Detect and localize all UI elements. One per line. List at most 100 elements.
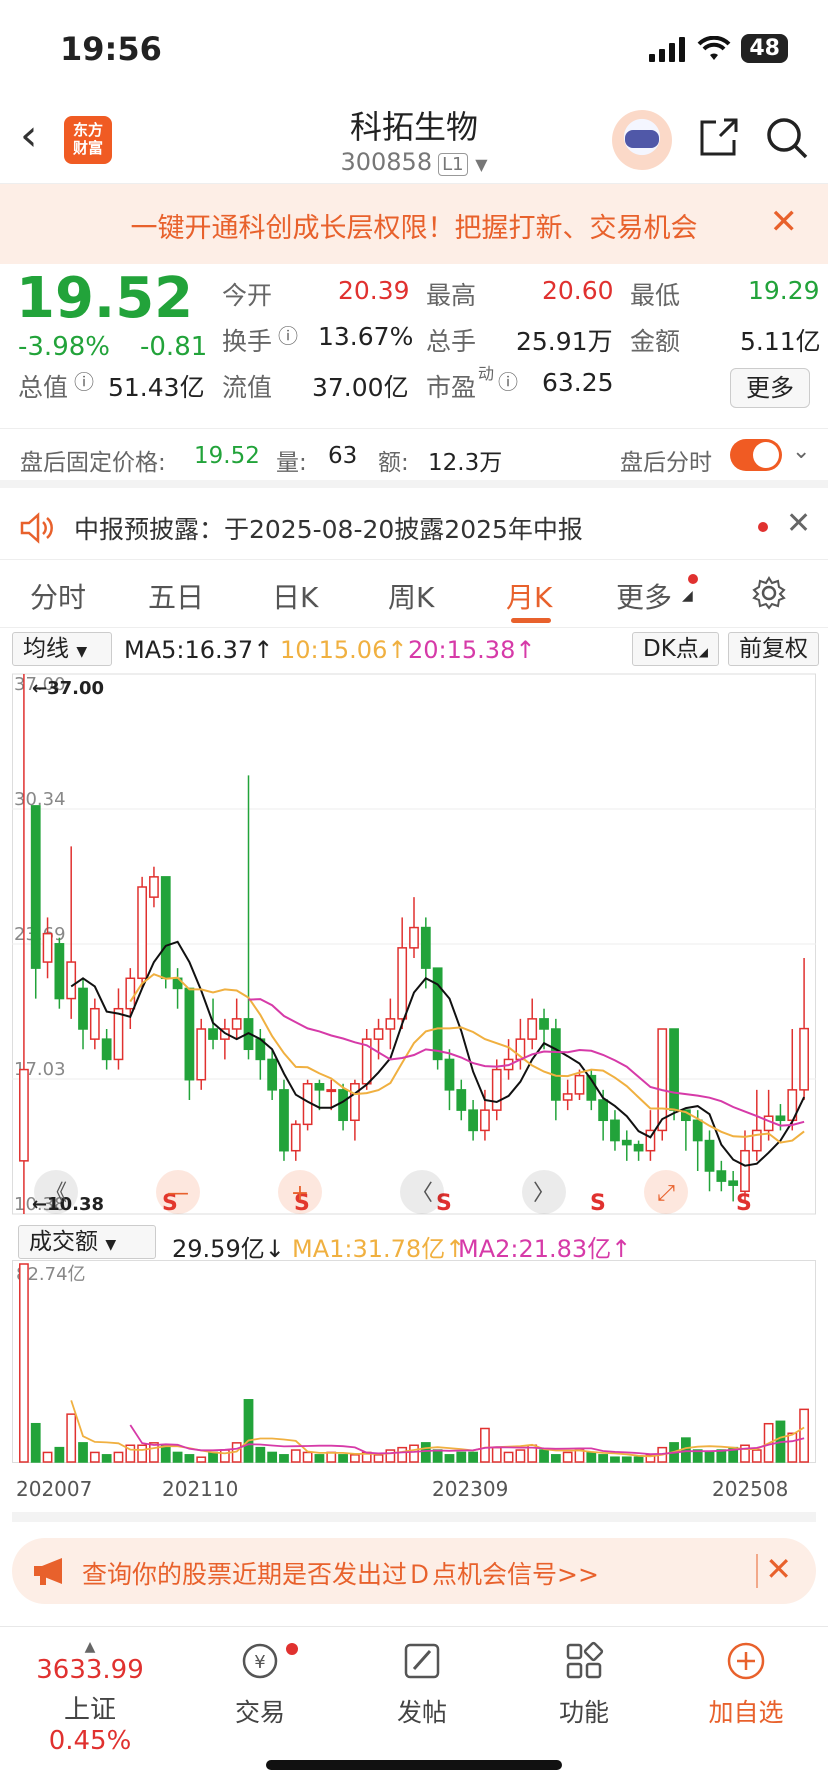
trade-icon: ¥ (242, 1643, 278, 1679)
info-icon[interactable]: ⓘ (74, 366, 94, 395)
candle-body (669, 1028, 679, 1111)
adjust-button[interactable]: 前复权 (728, 632, 819, 666)
volume-frame (12, 1260, 816, 1463)
nav-trade[interactable]: ¥ 交易 (190, 1639, 330, 1729)
volume-bar (491, 1446, 502, 1463)
volume-dropdown[interactable]: 成交额 ▼ (18, 1225, 156, 1259)
nav-functions-label: 功能 (558, 1698, 609, 1727)
candle-body (326, 1089, 337, 1093)
candle-body (137, 886, 148, 980)
ai-assistant-avatar[interactable] (612, 110, 672, 170)
more-button[interactable]: 更多 (730, 368, 810, 408)
close-icon[interactable]: ✕ (765, 1550, 792, 1588)
volume-bar (385, 1449, 396, 1463)
info-icon[interactable]: ⓘ (498, 366, 518, 395)
volume-bar (255, 1446, 266, 1463)
candle-body (397, 947, 408, 1020)
volume-bar (350, 1454, 360, 1463)
share-icon[interactable] (698, 116, 740, 158)
volume-bar (751, 1449, 762, 1463)
promo-banner[interactable]: 一键开通科创成长层权限！把握打新、交易机会 ✕ (0, 184, 828, 264)
chart-nav-button[interactable]: — (156, 1170, 200, 1214)
pe-value: 63.25 (542, 368, 614, 397)
turnover-label: 换手 (222, 327, 273, 356)
candle-body (621, 1139, 632, 1146)
tab-more[interactable]: 更多 (616, 576, 672, 616)
chart-nav-button[interactable]: ⤢ (644, 1170, 688, 1214)
dropdown-arrow-icon: ▼ (76, 644, 88, 660)
volume-ma1: MA1:31.78亿↑ (292, 1235, 466, 1263)
chart-nav-button[interactable]: + (278, 1170, 322, 1214)
ma20-value: 20:15.38↑ (408, 636, 536, 664)
volume-bar (444, 1454, 455, 1463)
tab-minute[interactable]: 分时 (30, 576, 86, 616)
open-label: 今开 (222, 281, 273, 310)
nav-functions[interactable]: 功能 (514, 1639, 654, 1729)
tab-monthly-k[interactable]: 月K (506, 576, 552, 616)
settings-gear-icon[interactable] (752, 576, 786, 610)
section-divider (12, 1512, 816, 1522)
volume-bar (302, 1451, 313, 1463)
volume-bar (633, 1456, 644, 1463)
volume-bar (550, 1454, 561, 1463)
candle-body (113, 1007, 124, 1061)
nav-add-watchlist[interactable]: 加自选 (676, 1639, 816, 1729)
ma-dropdown[interactable]: 均线 ▼ (12, 632, 112, 666)
candle-body (409, 926, 419, 949)
volume-bar (586, 1451, 597, 1463)
nav-post[interactable]: 发帖 (352, 1639, 492, 1729)
volume-bar (610, 1456, 620, 1463)
ma-line (129, 973, 805, 1144)
volume-bar (409, 1444, 419, 1463)
candle-body (728, 1180, 739, 1186)
close-icon[interactable]: ✕ (770, 202, 799, 242)
chart-nav-button[interactable]: 〉 (522, 1170, 566, 1214)
volume-dropdown-label: 成交额 (29, 1229, 98, 1255)
volume-bar (290, 1449, 301, 1463)
disclosure-notice[interactable]: 中报预披露：于2025-08-20披露2025年中报 ✕ (0, 496, 828, 560)
index-quote[interactable]: ▲ 3633.99 上证 0.45% (20, 1639, 160, 1756)
megaphone-icon (34, 1558, 62, 1585)
chart-nav-button[interactable]: 《 (34, 1170, 78, 1214)
dk-point-button[interactable]: DK点◢ (632, 632, 720, 666)
candle-body (19, 1068, 29, 1162)
volume-bar (562, 1451, 573, 1463)
volume-bar (480, 1427, 490, 1463)
kline-chart[interactable]: 37.0030.3423.6917.0310.38←37.00←10.38SSS… (12, 668, 816, 1220)
chart-nav-button[interactable]: 〈 (400, 1170, 444, 1214)
close-icon[interactable]: ✕ (786, 506, 811, 541)
x-axis-label: 202007 (16, 1477, 92, 1501)
tab-daily-k[interactable]: 日K (272, 576, 318, 616)
signal-banner[interactable]: 查询你的股票近期是否发出过Ｄ点机会信号>> ✕ (12, 1538, 816, 1604)
home-indicator (266, 1760, 562, 1770)
volume-bar (503, 1451, 514, 1463)
volume-bar (621, 1456, 632, 1463)
dropdown-arrow-icon: ▼ (105, 1237, 117, 1253)
candle-body (78, 987, 88, 1030)
chevron-down-icon[interactable]: ⌄ (792, 439, 810, 464)
float-label: 流值 (222, 373, 273, 402)
afterhours-toggle[interactable] (730, 439, 782, 471)
volume-bar (326, 1451, 337, 1463)
candle-body (716, 1170, 727, 1182)
volume-bar (432, 1449, 443, 1463)
divider (756, 1554, 758, 1588)
search-icon[interactable] (765, 116, 809, 160)
candle-body (149, 876, 159, 898)
candle-body (704, 1139, 715, 1172)
candle-body (385, 1018, 396, 1030)
candle-body (562, 1093, 573, 1101)
unread-dot (688, 574, 698, 584)
candle-body (574, 1074, 585, 1095)
tab-weekly-k[interactable]: 周K (388, 576, 434, 616)
info-icon[interactable]: ⓘ (278, 320, 298, 349)
volume-ma-line (129, 1424, 805, 1456)
candle-body (550, 1028, 561, 1101)
volume-chart[interactable]: 82.74亿202007 202110 202309 202508 (12, 1260, 816, 1522)
edit-icon (404, 1643, 440, 1679)
mktcap-label: 总值 (18, 373, 69, 402)
volume-bar (208, 1451, 218, 1463)
corner-triangle-icon: ◢ (698, 645, 709, 659)
index-value: 3633.99 (36, 1655, 144, 1685)
tab-five-day[interactable]: 五日 (148, 576, 204, 616)
